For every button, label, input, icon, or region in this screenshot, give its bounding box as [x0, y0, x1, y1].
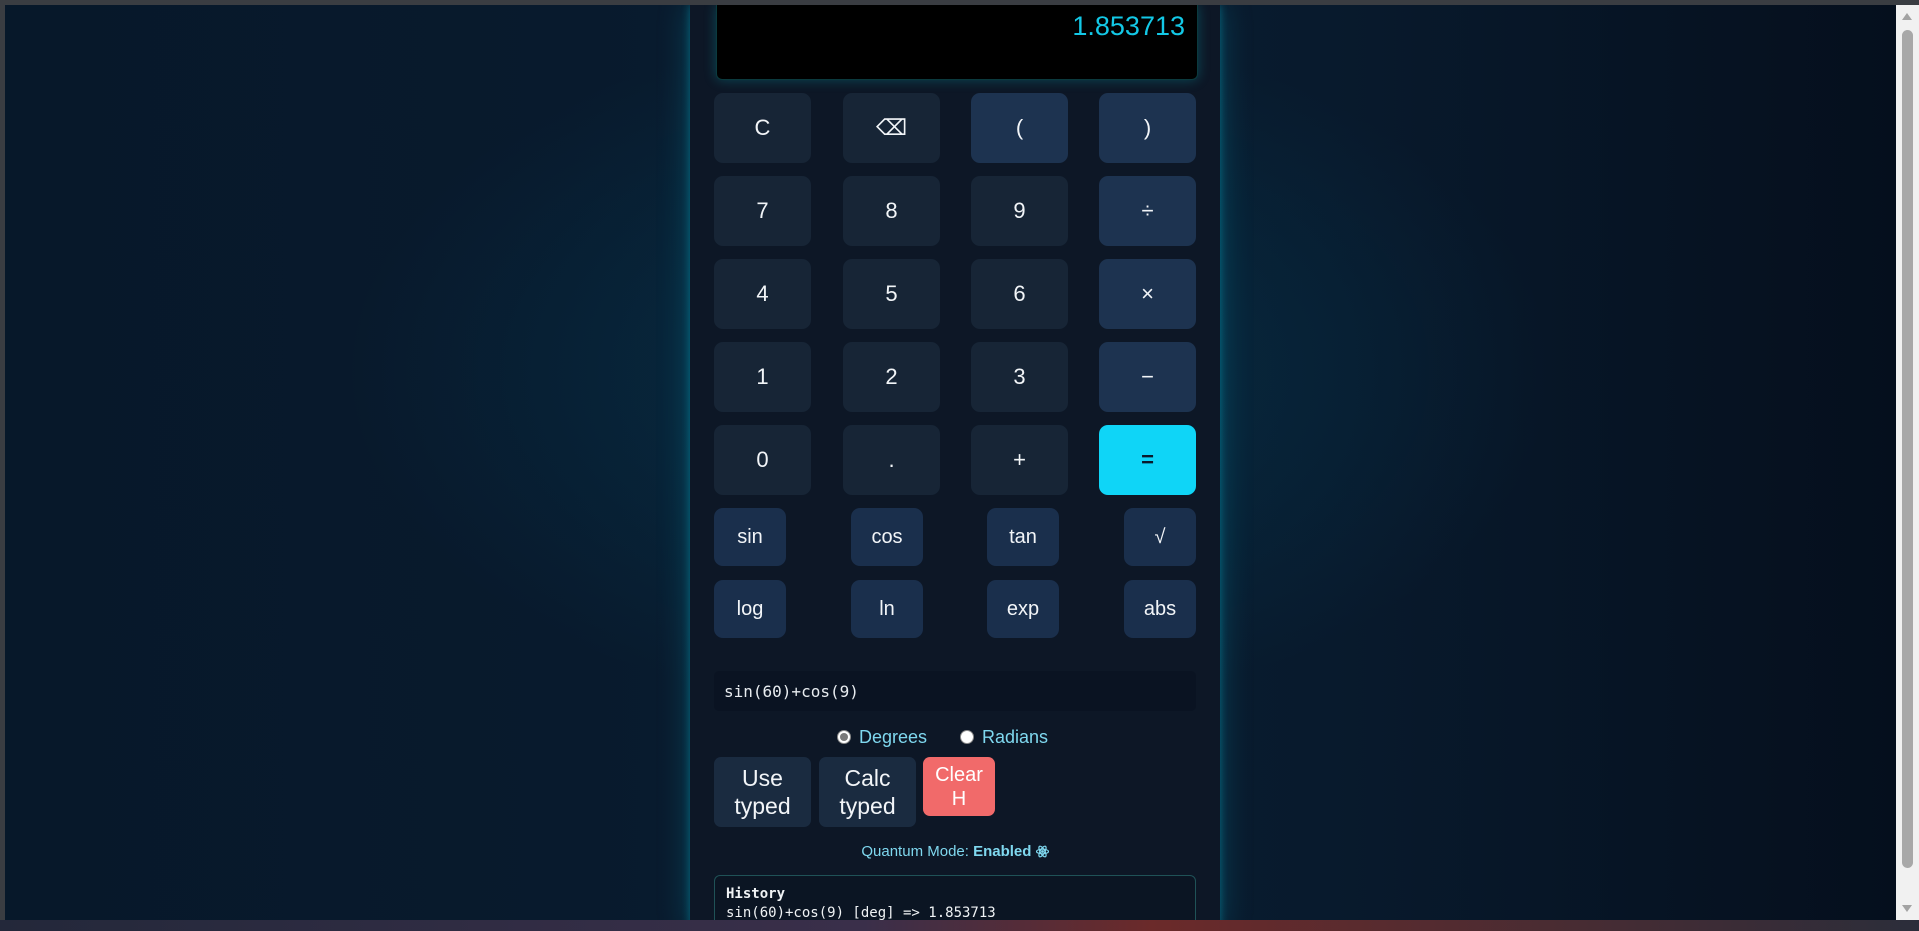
calculator-panel: 1.853713 C ⌫ ( ) 7 8 9 ÷ 4 5 6 × 1 2 3 −…	[690, 5, 1220, 920]
digit-4-button[interactable]: 4	[714, 259, 811, 329]
calc-typed-button[interactable]: Calc typed	[819, 757, 916, 827]
digit-7-button[interactable]: 7	[714, 176, 811, 246]
tan-button[interactable]: tan	[987, 508, 1059, 566]
subtract-button[interactable]: −	[1099, 342, 1196, 412]
use-typed-label-line2: typed	[734, 793, 791, 819]
digit-6-button[interactable]: 6	[971, 259, 1068, 329]
page-viewport: 1.853713 C ⌫ ( ) 7 8 9 ÷ 4 5 6 × 1 2 3 −…	[5, 5, 1896, 920]
history-panel: History sin(60)+cos(9) [deg] => 1.853713	[714, 875, 1196, 920]
degrees-label[interactable]: Degrees	[859, 727, 927, 748]
history-entry: sin(60)+cos(9) [deg] => 1.853713	[726, 905, 996, 920]
log-button[interactable]: log	[714, 580, 786, 638]
abs-button[interactable]: abs	[1124, 580, 1196, 638]
scroll-up-arrow-icon[interactable]	[1902, 13, 1912, 20]
digit-5-button[interactable]: 5	[843, 259, 940, 329]
clear-history-label-line2: H	[951, 787, 967, 810]
digit-0-button[interactable]: 0	[714, 425, 811, 495]
scrollbar-thumb[interactable]	[1902, 30, 1913, 868]
sin-button[interactable]: sin	[714, 508, 786, 566]
radians-radio[interactable]	[960, 730, 974, 744]
multiply-button[interactable]: ×	[1099, 259, 1196, 329]
use-typed-button[interactable]: Use typed	[714, 757, 811, 827]
divide-button[interactable]: ÷	[1099, 176, 1196, 246]
clear-history-label-line1: Clear	[935, 763, 983, 786]
radians-option[interactable]: Radians	[960, 724, 1048, 750]
degrees-radio[interactable]	[837, 730, 851, 744]
vertical-scrollbar[interactable]	[1896, 5, 1919, 920]
calc-typed-label-line2: typed	[839, 793, 896, 819]
close-paren-button[interactable]: )	[1099, 93, 1196, 163]
display-value: 1.853713	[1072, 11, 1185, 41]
scroll-down-arrow-icon[interactable]	[1902, 905, 1912, 912]
use-typed-label-line1: Use	[742, 765, 783, 791]
taskbar-edge	[0, 920, 1919, 931]
equals-button[interactable]: =	[1099, 425, 1196, 495]
history-title: History	[726, 886, 786, 902]
calculator-display: 1.853713	[716, 5, 1198, 80]
quantum-mode-value: Enabled	[973, 843, 1032, 860]
backspace-button[interactable]: ⌫	[843, 93, 940, 163]
degrees-option[interactable]: Degrees	[837, 724, 927, 750]
ln-button[interactable]: ln	[851, 580, 923, 638]
sqrt-button[interactable]: √	[1124, 508, 1196, 566]
radians-label[interactable]: Radians	[982, 727, 1048, 748]
open-paren-button[interactable]: (	[971, 93, 1068, 163]
quantum-mode-label: Quantum Mode:	[861, 843, 969, 860]
calc-typed-label-line1: Calc	[844, 765, 891, 791]
expression-input[interactable]: sin(60)+cos(9)	[714, 671, 1196, 711]
cos-button[interactable]: cos	[851, 508, 923, 566]
quantum-mode-status: Quantum Mode: Enabled	[690, 843, 1220, 862]
digit-9-button[interactable]: 9	[971, 176, 1068, 246]
clear-button[interactable]: C	[714, 93, 811, 163]
clear-history-button[interactable]: Clear H	[923, 757, 995, 816]
digit-1-button[interactable]: 1	[714, 342, 811, 412]
decimal-button[interactable]: .	[843, 425, 940, 495]
digit-8-button[interactable]: 8	[843, 176, 940, 246]
exp-button[interactable]: exp	[987, 580, 1059, 638]
digit-2-button[interactable]: 2	[843, 342, 940, 412]
atom-icon	[1035, 845, 1049, 862]
add-button[interactable]: +	[971, 425, 1068, 495]
digit-3-button[interactable]: 3	[971, 342, 1068, 412]
